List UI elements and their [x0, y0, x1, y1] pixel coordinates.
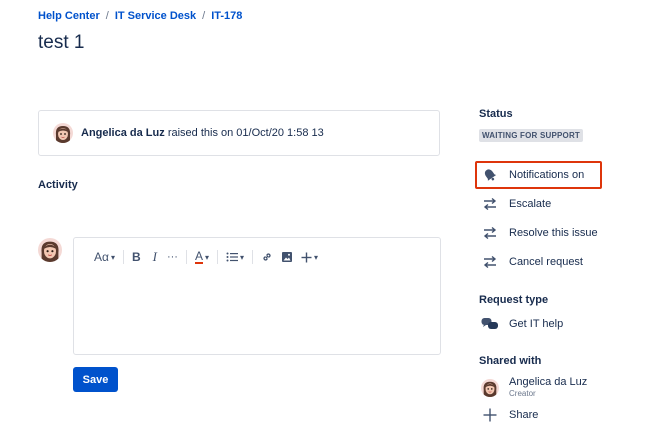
share-label: Share [509, 409, 539, 421]
avatar [38, 238, 62, 262]
escalate-action[interactable]: Escalate [481, 195, 551, 213]
shared-user-role: Creator [509, 389, 536, 398]
bullet-list-icon [226, 252, 239, 262]
chat-bubbles-icon [481, 315, 499, 333]
toolbar-divider [185, 250, 187, 264]
toolbar-divider [252, 250, 254, 264]
bold-label: B [131, 250, 141, 264]
escalate-label: Escalate [509, 198, 552, 210]
breadcrumb-separator: / [202, 10, 206, 22]
more-formatting-button[interactable]: ··· [167, 248, 178, 266]
shared-user: Angelica da Luz Creator [481, 376, 587, 400]
link-button[interactable] [261, 248, 273, 266]
chevron-down-icon: ▾ [205, 252, 210, 262]
page-title: test 1 [38, 32, 85, 53]
chevron-down-icon: ▾ [240, 252, 245, 262]
italic-label: I [152, 249, 157, 264]
avatar [53, 123, 73, 143]
transition-arrows-icon [481, 224, 499, 242]
status-heading: Status [479, 108, 513, 120]
chevron-down-icon: ▾ [314, 252, 319, 262]
bell-icon [481, 166, 499, 184]
transition-arrows-icon [481, 253, 499, 271]
cancel-request-label: Cancel request [509, 256, 583, 268]
request-type-label: Get IT help [509, 318, 564, 330]
breadcrumb-separator: / [105, 10, 109, 22]
editor-toolbar: Aα ▾ B I ··· A ▾ ▾ ▾ [94, 248, 318, 266]
request-type-value: Get IT help [481, 315, 563, 333]
transition-arrows-icon [481, 195, 499, 213]
comment-editor[interactable]: Aα ▾ B I ··· A ▾ ▾ ▾ [73, 237, 441, 355]
text-style-label: Aα [94, 250, 109, 264]
bullet-list-dropdown[interactable]: ▾ [226, 248, 244, 266]
more-label: ··· [166, 251, 178, 263]
cancel-request-action[interactable]: Cancel request [481, 253, 583, 271]
text-color-dropdown[interactable]: A ▾ [194, 248, 210, 266]
image-button[interactable] [281, 248, 293, 266]
avatar [481, 379, 499, 397]
request-type-heading: Request type [479, 294, 549, 306]
share-button[interactable]: Share [481, 406, 538, 424]
link-icon [261, 251, 273, 263]
plus-icon [301, 252, 312, 263]
breadcrumb-service-desk[interactable]: IT Service Desk [115, 10, 196, 22]
raised-by-card: Angelica da Luz raised this on 01/Oct/20… [38, 110, 440, 156]
shared-user-info: Angelica da Luz Creator [509, 376, 587, 400]
resolve-label: Resolve this issue [509, 227, 598, 239]
breadcrumb: Help Center / IT Service Desk / IT-178 [38, 10, 242, 22]
shared-with-heading: Shared with [479, 355, 542, 367]
bold-button[interactable]: B [132, 248, 141, 266]
toolbar-divider [217, 250, 219, 264]
insert-dropdown[interactable]: ▾ [301, 248, 318, 266]
notifications-label: Notifications on [509, 169, 585, 181]
toolbar-divider [122, 250, 124, 264]
plus-icon [481, 406, 499, 424]
status-badge[interactable]: WAITING FOR SUPPORT [479, 129, 584, 142]
raised-user-name[interactable]: Angelica da Luz [81, 127, 165, 139]
raised-detail: raised this on 01/Oct/20 1:58 13 [167, 127, 324, 139]
raised-text: Angelica da Luz raised this on 01/Oct/20… [81, 127, 324, 139]
italic-button[interactable]: I [153, 248, 157, 266]
shared-user-name: Angelica da Luz [509, 376, 588, 388]
text-color-label: A [194, 248, 203, 264]
breadcrumb-issue-key[interactable]: IT-178 [211, 10, 242, 22]
chevron-down-icon: ▾ [110, 252, 115, 262]
activity-heading: Activity [38, 179, 78, 191]
save-button[interactable]: Save [73, 367, 118, 392]
notifications-toggle[interactable]: Notifications on [481, 166, 584, 184]
breadcrumb-help-center[interactable]: Help Center [38, 10, 100, 22]
resolve-action[interactable]: Resolve this issue [481, 224, 598, 242]
text-style-dropdown[interactable]: Aα ▾ [94, 248, 115, 266]
image-icon [281, 251, 293, 263]
